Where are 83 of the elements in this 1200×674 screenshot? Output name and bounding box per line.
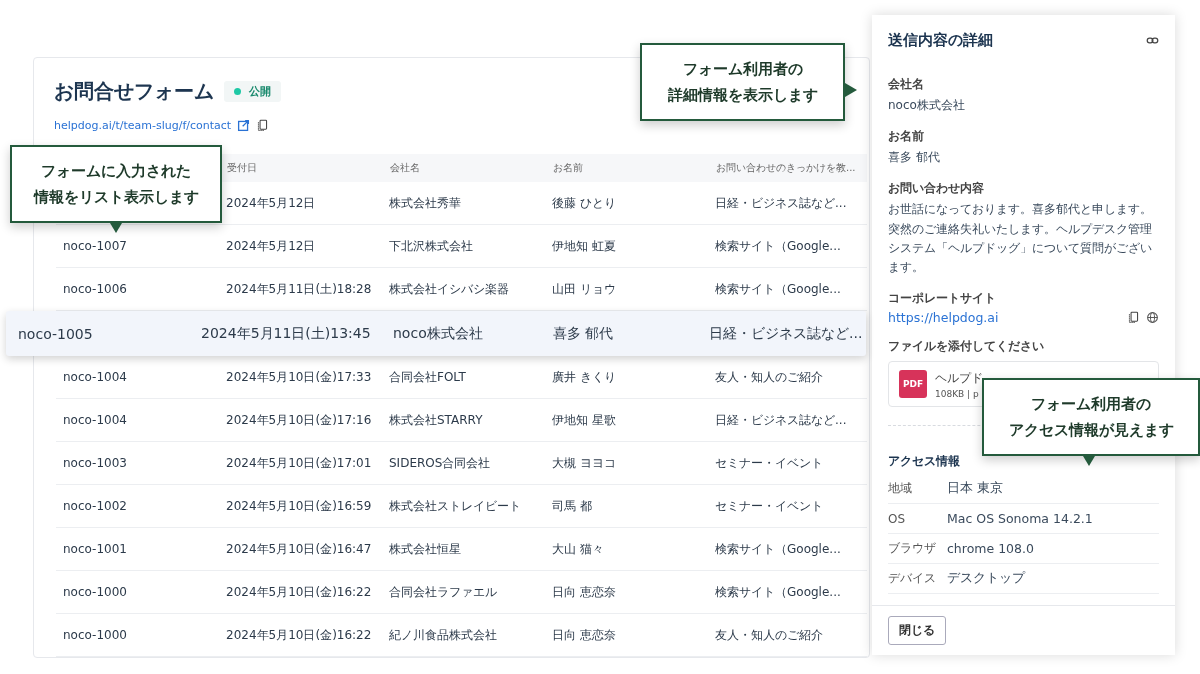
- field-value: 喜多 郁代: [888, 149, 941, 167]
- form-title: お問合せフォーム: [54, 78, 214, 105]
- table-cell-text: 2024年5月11日(土)18:28: [225, 280, 373, 298]
- table-cell-text: 検索サイト（Google...: [714, 280, 842, 298]
- field-label: お問い合わせ内容: [888, 180, 985, 198]
- access-label: 地域: [888, 480, 913, 498]
- table-cell-text: 株式会社秀華: [388, 194, 462, 212]
- table-cell-text: セミナー・イベント: [714, 497, 824, 515]
- access-value: デスクトップ: [947, 570, 1025, 588]
- table-cell-text: 日経・ビジネス誌など...: [714, 194, 848, 212]
- table-cell-text: noco-1000: [62, 585, 128, 599]
- table-cell-text: 大槻 ヨヨコ: [551, 454, 617, 472]
- panel-title: 送信内容の詳細: [888, 31, 993, 50]
- column-header: 受付日: [226, 161, 258, 175]
- table-cell-text: 2024年5月10日(金)17:33: [225, 368, 373, 386]
- section-title: アクセス情報: [888, 453, 960, 471]
- column-header: 会社名: [389, 161, 421, 175]
- table-cell-text: セミナー・イベント: [714, 454, 824, 472]
- pdf-file-icon: PDF: [899, 370, 927, 399]
- field-value: noco株式会社: [888, 97, 966, 114]
- table-cell-text: 合同会社FOLT: [388, 368, 467, 386]
- field-value: お世話になっております。喜多郁代と申します。突然のご連絡失礼いたします。ヘルプデスク管理システム「ヘルプドッグ」について質問がございます。: [888, 201, 1153, 276]
- table-cell-text: 株式会社ストレイビート: [388, 497, 522, 515]
- callout-text: フォーム利用者の アクセス情報が見えます: [1008, 393, 1174, 441]
- table-cell-text: 紀ノ川食品株式会社: [388, 626, 498, 644]
- column-header: お問い合わせのきっかけを教...: [715, 161, 857, 175]
- table-cell-text: noco-1003: [62, 456, 128, 470]
- table-cell-text: 山田 リョウ: [551, 280, 617, 298]
- table-cell-text: 株式会社STARRY: [388, 411, 484, 429]
- table-cell-text: 下北沢株式会社: [388, 237, 474, 255]
- table-cell-text: 2024年5月10日(金)17:16: [225, 411, 373, 429]
- table-cell-text: 2024年5月10日(金)16:22: [225, 583, 373, 601]
- access-value: chrome 108.0: [947, 541, 1034, 557]
- table-cell-text: 喜多 郁代: [552, 324, 615, 343]
- column-header: お名前: [552, 161, 584, 175]
- access-label: ブラウザ: [888, 540, 937, 558]
- table-cell-text: noco-1002: [62, 499, 128, 513]
- table-cell-text: noco-1004: [62, 370, 128, 384]
- table-cell-text: noco-1005: [17, 325, 94, 342]
- table-cell-text: 検索サイト（Google...: [714, 237, 842, 255]
- field-label: コーポレートサイト: [888, 290, 997, 308]
- table-cell-text: 伊地知 星歌: [551, 411, 617, 429]
- access-label: OS: [888, 511, 907, 526]
- table-cell-text: 2024年5月10日(金)17:01: [225, 454, 373, 472]
- table-cell-text: 2024年5月10日(金)16:22: [225, 626, 373, 644]
- table-cell-text: 後藤 ひとり: [551, 194, 617, 212]
- file-meta: 108KB | p: [935, 388, 980, 399]
- table-cell-text: 2024年5月10日(金)16:47: [225, 540, 373, 558]
- table-cell-text: 検索サイト（Google...: [714, 583, 842, 601]
- table-cell-text: 廣井 きくり: [551, 368, 617, 386]
- table-cell-text: 2024年5月10日(金)16:59: [225, 497, 373, 515]
- table-cell-text: 2024年5月11日(土)13:45: [200, 324, 372, 343]
- table-cell-text: noco-1000: [62, 628, 128, 642]
- table-cell-text: 日向 恵恋奈: [551, 583, 617, 601]
- field-label: 会社名: [888, 76, 925, 93]
- callout-text: フォーム利用者の 詳細情報を表示します: [667, 58, 818, 106]
- status-label: 公開: [249, 84, 271, 99]
- table-cell-text: 日経・ビジネス誌など...: [708, 324, 864, 343]
- table-cell-text: 検索サイト（Google...: [714, 540, 842, 558]
- table-cell-text: 株式会社恒星: [388, 540, 462, 558]
- access-value: 日本 東京: [947, 480, 1003, 498]
- field-label: ファイルを添付してください: [888, 338, 1045, 356]
- table-cell-text: 日向 恵恋奈: [551, 626, 617, 644]
- table-cell-text: 大山 猫々: [551, 540, 605, 558]
- table-cell-text: 友人・知人のご紹介: [714, 626, 824, 644]
- file-name: ヘルプド: [935, 369, 983, 387]
- access-label: デバイス: [888, 570, 937, 588]
- table-cell-text: 友人・知人のご紹介: [714, 368, 824, 386]
- table-cell-text: SIDEROS合同会社: [388, 454, 492, 472]
- table-cell-text: 株式会社イシバシ楽器: [388, 280, 510, 298]
- table-cell-text: noco-1004: [62, 413, 128, 427]
- table-cell-text: 合同会社ラファエル: [388, 583, 498, 601]
- table-cell-text: noco株式会社: [392, 324, 484, 343]
- table-cell-text: 伊地知 虹夏: [551, 237, 617, 255]
- access-value: Mac OS Sonoma 14.2.1: [947, 511, 1093, 527]
- table-cell-text: 2024年5月12日: [225, 237, 317, 255]
- table-cell-text: 司馬 都: [551, 497, 593, 515]
- table-cell-text: noco-1001: [62, 542, 128, 556]
- table-cell-text: 2024年5月12日: [225, 194, 317, 212]
- table-cell-text: noco-1006: [62, 282, 128, 296]
- field-label: お名前: [888, 128, 925, 146]
- table-cell-text: noco-1007: [62, 239, 128, 253]
- table-cell-text: 日経・ビジネス誌など...: [714, 411, 848, 429]
